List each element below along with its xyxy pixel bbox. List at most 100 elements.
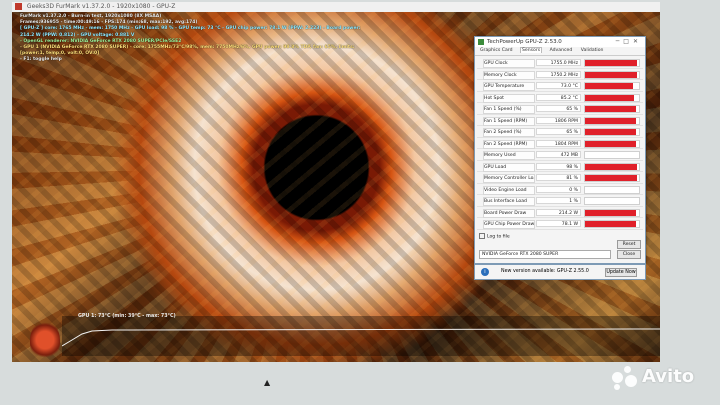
sensor-graph — [584, 185, 640, 194]
sensor-row: GPU Chip Power Draw 78.1 W — [477, 218, 643, 230]
sensor-name[interactable]: Fan 2 Speed (RPM) — [483, 139, 535, 149]
window-controls[interactable]: ─□✕ — [616, 37, 642, 47]
close-button[interactable]: Close — [617, 250, 641, 259]
mouse-cursor-icon: ▲ — [264, 378, 271, 387]
sensor-row: GPU Load 98 % — [477, 161, 643, 172]
sensor-value: 0 % — [536, 185, 581, 193]
sensor-name[interactable]: GPU Chip Power Draw — [483, 220, 535, 229]
log-to-file-checkbox[interactable]: Log to file — [479, 233, 510, 240]
sensor-row: GPU Clock 1755.0 MHz — [477, 57, 643, 69]
update-notification: i New version available: GPU-Z 2.55.0 Up… — [474, 264, 646, 280]
sensor-name[interactable]: Fan 1 Speed (RPM) — [483, 116, 535, 126]
sensor-graph — [584, 139, 640, 148]
sensor-name[interactable]: GPU Clock — [483, 59, 535, 68]
sensor-graph-fill — [585, 175, 637, 181]
sensor-value: 65 % — [536, 128, 581, 135]
gpu-select[interactable]: NVIDIA GeForce RTX 2080 SUPER — [479, 250, 611, 259]
sensor-name[interactable]: Fan 1 Speed (%) — [483, 105, 535, 114]
osd-line-5: - GPU 1 (NVIDIA GeForce RTX 2080 SUPER) … — [20, 45, 355, 57]
sensor-graph-fill — [585, 83, 633, 89]
temperature-graph-label: GPU 1: 73°C (min: 39°C - max: 73°C) — [78, 314, 176, 319]
sensor-value: 98 % — [536, 162, 581, 170]
sensor-name[interactable]: Memory Controller Load — [483, 174, 535, 183]
gpuz-window[interactable]: TechPowerUp GPU-Z 2.53.0 ─□✕ Graphics Ca… — [474, 36, 646, 264]
sensor-graph — [584, 128, 640, 136]
sensor-name[interactable]: GPU Load — [483, 162, 535, 172]
update-now-button[interactable]: Update Now — [605, 268, 637, 277]
sensor-value: 73.0 °C — [536, 82, 581, 89]
sensor-row: Fan 2 Speed (%) 65 % — [477, 126, 643, 138]
sensor-name[interactable]: Bus Interface Load — [483, 197, 535, 206]
avito-text: Avito — [642, 366, 695, 387]
furmark-app-icon — [15, 3, 22, 10]
sensor-graph — [584, 174, 640, 182]
sensor-row: Fan 1 Speed (%) 65 % — [477, 103, 643, 115]
sensor-row: Video Engine Load 0 % — [477, 184, 643, 195]
sensor-graph-fill — [585, 209, 636, 216]
sensor-name[interactable]: GPU Temperature — [483, 82, 535, 91]
furmark-window-title: Geeks3D FurMark v1.37.2.0 - 1920x1080 - … — [26, 3, 176, 10]
tab-graphics-card[interactable]: Graphics Card — [479, 48, 514, 53]
sensor-graph-fill — [585, 60, 638, 66]
gpuz-tabs: Graphics Card Sensors Advanced Validatio… — [475, 47, 645, 56]
sensor-value: 1750.2 MHz — [536, 70, 581, 78]
sensor-name[interactable]: Fan 2 Speed (%) — [483, 128, 535, 137]
furmark-titlebar: Geeks3D FurMark v1.37.2.0 - 1920x1080 - … — [12, 2, 660, 12]
sensor-row: Bus Interface Load 1 % — [477, 195, 643, 207]
sensor-row: GPU Temperature 73.0 °C — [477, 80, 643, 92]
sensor-graph — [584, 59, 640, 67]
gpuz-title: TechPowerUp GPU-Z 2.53.0 — [487, 39, 562, 45]
sensor-value: 1804 RPM — [536, 139, 581, 147]
sensor-row: Hot Spot 85.2 °C — [477, 92, 643, 103]
sensor-value: 81 % — [536, 174, 581, 181]
sensor-row: Fan 1 Speed (RPM) 1806 RPM — [477, 115, 643, 126]
sensor-graph-fill — [585, 163, 637, 170]
sensor-graph-fill — [585, 221, 636, 227]
sensor-graph-fill — [585, 140, 636, 147]
sensor-graph — [584, 208, 640, 217]
sensor-row: Board Power Draw 214.2 W — [477, 207, 643, 218]
sensor-value: 78.1 W — [536, 220, 581, 227]
furmark-logo-icon — [30, 320, 60, 360]
sensor-graph — [584, 93, 640, 102]
sensor-row: Memory Used 472 MB — [477, 149, 643, 161]
osd-line-3: [ GPU-Z ] core: 1765 MHz - mem: 1750 MHz… — [20, 26, 361, 38]
tab-validation[interactable]: Validation — [580, 48, 605, 53]
sensor-name[interactable]: Video Engine Load — [483, 185, 535, 195]
sensor-row: Fan 2 Speed (RPM) 1804 RPM — [477, 138, 643, 149]
info-icon: i — [481, 268, 489, 276]
sensor-graph — [584, 105, 640, 113]
sensor-name[interactable]: Memory Clock — [483, 70, 535, 80]
sensor-graph-fill — [585, 71, 638, 78]
sensor-graph-fill — [585, 106, 636, 112]
sensor-graph — [584, 82, 640, 90]
sensor-value: 472 MB — [536, 151, 581, 158]
tab-advanced[interactable]: Advanced — [549, 48, 574, 53]
sensor-graph — [584, 70, 640, 79]
reset-button[interactable]: Reset — [617, 240, 641, 249]
checkbox-icon[interactable] — [479, 233, 485, 239]
sensor-graph — [584, 197, 640, 205]
tab-sensors[interactable]: Sensors — [519, 47, 543, 53]
sensor-graph-fill — [585, 94, 634, 101]
sensor-row: Memory Clock 1750.2 MHz — [477, 69, 643, 80]
furmark-osd: FurMark v1.37.2.0 - Burn-in test, 1920x1… — [20, 14, 370, 64]
log-to-file-label: Log to file — [487, 234, 510, 240]
avito-logo-icon — [612, 366, 638, 390]
sensor-value: 1755.0 MHz — [536, 59, 581, 66]
sensor-value: 1 % — [536, 197, 581, 204]
update-message: New version available: GPU-Z 2.55.0 — [501, 269, 589, 274]
sensor-name[interactable]: Memory Used — [483, 151, 535, 160]
gpuz-titlebar[interactable]: TechPowerUp GPU-Z 2.53.0 ─□✕ — [475, 37, 645, 47]
sensor-name[interactable]: Board Power Draw — [483, 208, 535, 218]
temperature-graph-line — [62, 328, 660, 347]
sensor-graph-fill — [585, 129, 636, 135]
sensor-graph — [584, 151, 640, 159]
gpuz-app-icon — [478, 39, 484, 45]
sensor-value: 1806 RPM — [536, 116, 581, 124]
sensor-value: 214.2 W — [536, 208, 581, 216]
sensor-value: 85.2 °C — [536, 93, 581, 101]
sensor-value: 65 % — [536, 105, 581, 112]
sensor-name[interactable]: Hot Spot — [483, 93, 535, 103]
sensor-graph — [584, 116, 640, 125]
